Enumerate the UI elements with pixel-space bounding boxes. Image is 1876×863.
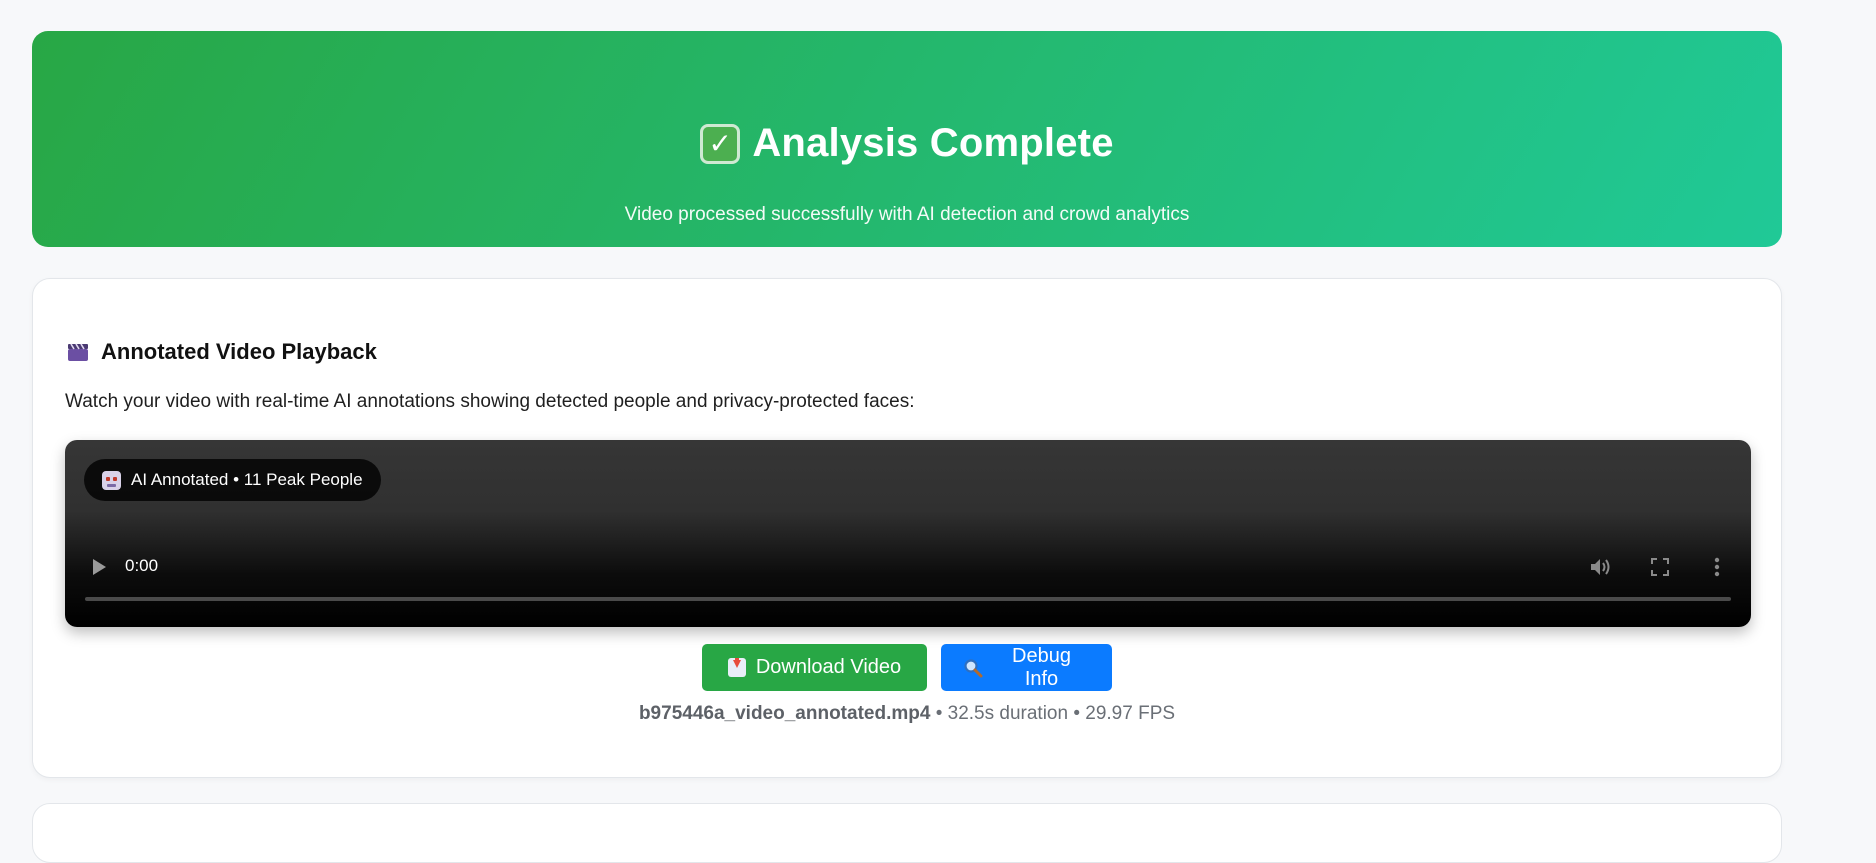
- file-details: • 32.5s duration • 29.97 FPS: [930, 703, 1176, 724]
- play-icon[interactable]: [91, 558, 107, 576]
- file-name: b975446a_video_annotated.mp4: [638, 703, 931, 724]
- banner-title: ✓ Analysis Complete: [32, 121, 1782, 166]
- check-mark-icon: ✓: [700, 123, 741, 164]
- clapper-board-icon: [67, 342, 89, 362]
- video-playback-card: Annotated Video Playback Watch your vide…: [32, 278, 1782, 778]
- download-icon: [727, 658, 746, 677]
- video-progress-bar[interactable]: [85, 597, 1731, 601]
- fullscreen-icon[interactable]: [1651, 558, 1669, 576]
- volume-icon[interactable]: [1590, 557, 1612, 577]
- banner-subtitle: Video processed successfully with AI det…: [624, 204, 1190, 225]
- banner-title-text: Analysis Complete: [752, 121, 1114, 165]
- section-description: Watch your video with real-time AI annot…: [65, 391, 915, 412]
- analysis-complete-banner: ✓ Analysis Complete Video processed succ…: [32, 31, 1782, 247]
- debug-info-label: Debug Info: [1012, 644, 1071, 690]
- next-section-card: [32, 803, 1782, 863]
- debug-info-button[interactable]: Debug Info: [941, 644, 1112, 691]
- file-metadata: b975446a_video_annotated.mp4 • 32.5s dur…: [33, 703, 1781, 725]
- magnifier-icon: [963, 658, 983, 678]
- section-heading: Annotated Video Playback: [67, 339, 377, 365]
- download-video-button[interactable]: Download Video: [702, 644, 927, 691]
- download-video-label: Download Video: [755, 656, 902, 678]
- ai-badge-text: AI Annotated • 11 Peak People: [131, 470, 363, 489]
- current-time: 0:00: [125, 556, 159, 575]
- robot-icon: [102, 470, 121, 490]
- ai-annotated-badge: AI Annotated • 11 Peak People: [84, 459, 381, 501]
- more-options-icon[interactable]: [1714, 557, 1720, 577]
- video-player[interactable]: AI Annotated • 11 Peak People 0:00: [65, 440, 1751, 627]
- video-actions: Download Video Debug Info: [33, 644, 1781, 691]
- section-heading-text: Annotated Video Playback: [101, 339, 377, 364]
